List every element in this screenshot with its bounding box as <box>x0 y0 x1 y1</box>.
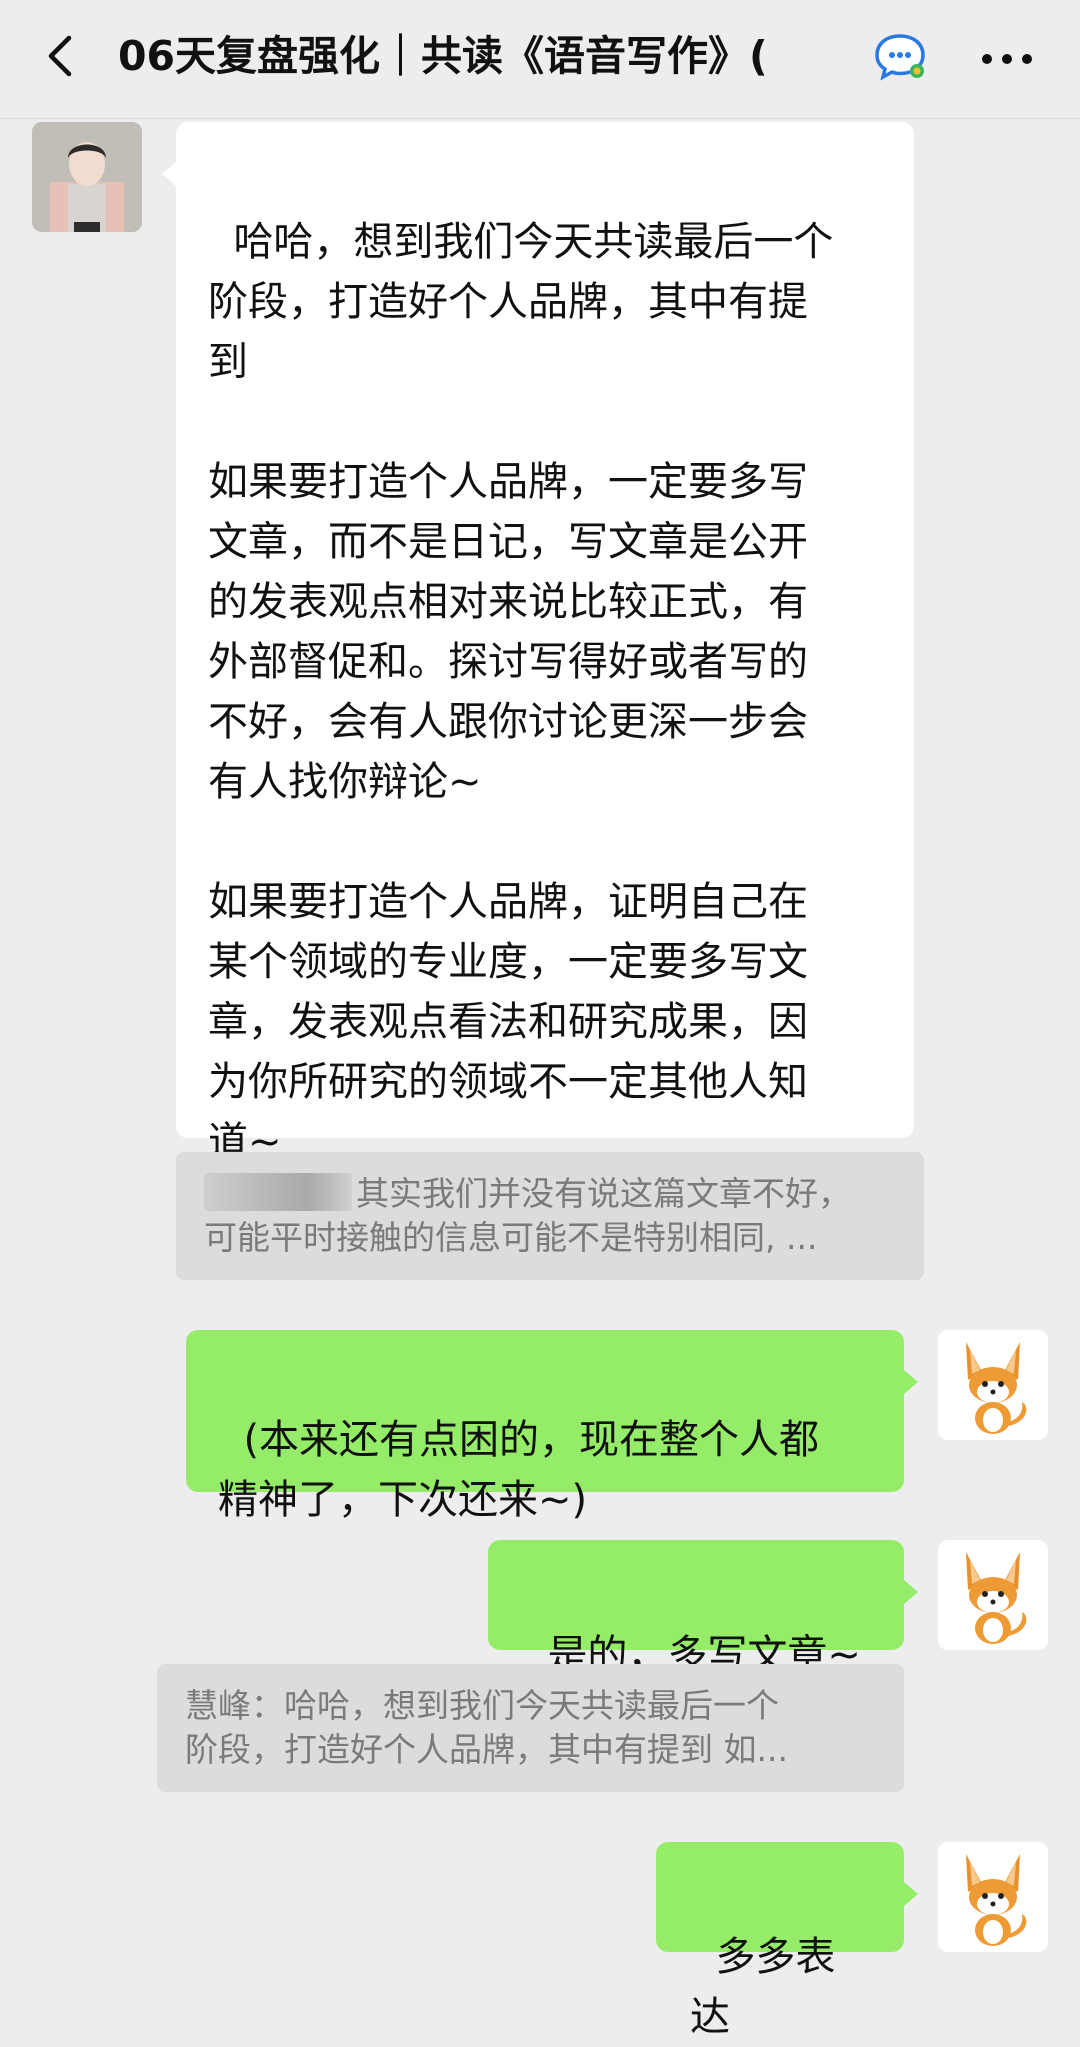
my-avatar[interactable] <box>938 1842 1048 1952</box>
message-bubble-outgoing[interactable]: (本来还有点困的，现在整个人都 精神了，下次还来~) <box>186 1330 918 1523</box>
my-avatar[interactable] <box>938 1330 1048 1440</box>
chat-header: 06天复盘强化｜共读《语音写作》( <box>0 0 1080 119</box>
message-text: 多多表达 <box>690 1934 836 2040</box>
message-text: 哈哈，想到我们今天共读最后一个 阶段，打造好个人品牌，其中有提 到 如果要打造个… <box>208 219 834 1165</box>
quote-text-line2: 阶段，打造好个人品牌，其中有提到 如... <box>185 1730 788 1769</box>
blurred-sender-name <box>204 1173 352 1211</box>
fox-avatar-icon <box>938 1842 1048 1952</box>
quote-text-line1: 慧峰：哈哈，想到我们今天共读最后一个 <box>185 1686 779 1725</box>
chat-bubble-icon[interactable] <box>872 30 928 86</box>
message-bubble-outgoing[interactable]: 是的，多写文章~ <box>488 1540 918 1678</box>
my-avatar[interactable] <box>938 1540 1048 1650</box>
fox-avatar-icon <box>938 1330 1048 1440</box>
title-fade <box>780 26 870 92</box>
more-button[interactable] <box>972 34 1042 84</box>
chat-title: 06天复盘强化｜共读《语音写作》( <box>118 32 768 80</box>
chevron-left-icon <box>48 35 72 77</box>
message-bubble-outgoing[interactable]: 多多表达 <box>656 1842 918 2040</box>
quote-text-line1: 其实我们并没有说这篇文章不好， <box>356 1174 851 1213</box>
sender-avatar[interactable] <box>32 122 142 232</box>
message-text: (本来还有点困的，现在整个人都 精神了，下次还来~) <box>218 1417 820 1523</box>
fox-avatar-icon <box>938 1540 1048 1650</box>
quoted-message[interactable]: 其实我们并没有说这篇文章不好， 可能平时接触的信息可能不是特别相同, ... <box>176 1152 924 1280</box>
message-bubble-incoming[interactable]: 哈哈，想到我们今天共读最后一个 阶段，打造好个人品牌，其中有提 到 如果要打造个… <box>162 122 914 1165</box>
quote-text-line2: 可能平时接触的信息可能不是特别相同, ... <box>204 1218 818 1257</box>
more-dots-icon <box>982 54 1032 64</box>
back-button[interactable] <box>30 26 90 86</box>
quoted-message[interactable]: 慧峰：哈哈，想到我们今天共读最后一个 阶段，打造好个人品牌，其中有提到 如... <box>157 1664 904 1792</box>
